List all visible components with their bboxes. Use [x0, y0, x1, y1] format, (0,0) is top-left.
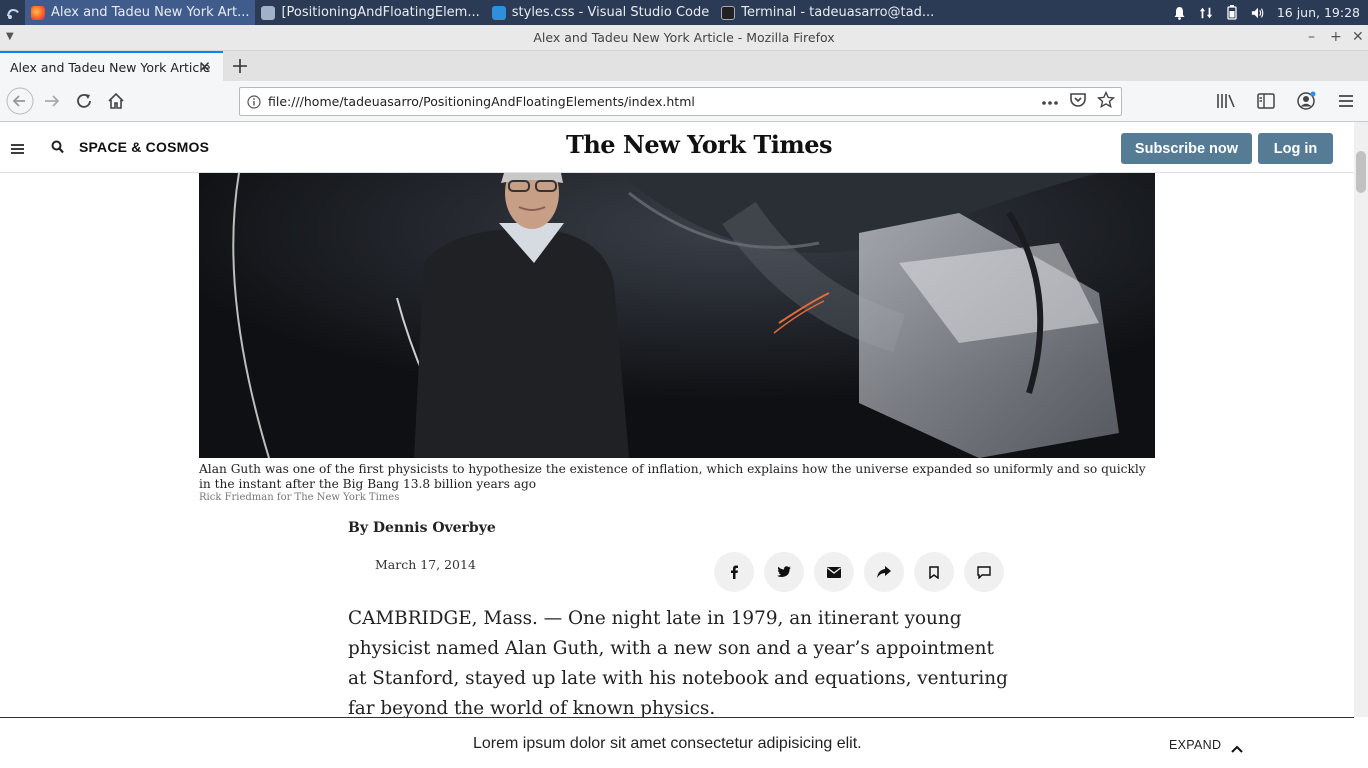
- browser-tab-label: Alex and Tadeu New York Article: [10, 59, 211, 75]
- window-menu-icon[interactable]: ▼: [6, 31, 14, 42]
- share-link-button[interactable]: [864, 552, 904, 592]
- login-button[interactable]: Log in: [1258, 133, 1333, 164]
- url-bar[interactable]: file:///home/tadeuasarro/PositioningAndF…: [239, 87, 1122, 116]
- library-button[interactable]: [1210, 85, 1242, 117]
- reload-button[interactable]: [68, 85, 100, 117]
- photo-credit: Rick Friedman for The New York Times: [199, 492, 400, 503]
- save-article-button[interactable]: [914, 552, 954, 592]
- terminal-icon: [721, 5, 736, 20]
- share-facebook-button[interactable]: [714, 552, 754, 592]
- site-menu-icon[interactable]: [11, 140, 24, 159]
- expand-button[interactable]: EXPAND: [1169, 738, 1221, 752]
- taskbar-task-label: styles.css - Visual Studio Code: [511, 5, 710, 20]
- back-button[interactable]: [4, 85, 36, 117]
- pocket-icon[interactable]: [1069, 91, 1087, 112]
- publish-date: March 17, 2014: [375, 557, 476, 572]
- hamburger-menu-button[interactable]: [1330, 85, 1362, 117]
- article-body-paragraph: CAMBRIDGE, Mass. — One night late in 197…: [348, 608, 1008, 719]
- browser-tab-strip: Alex and Tadeu New York Article ✕: [0, 51, 1368, 81]
- home-button[interactable]: [100, 85, 132, 117]
- site-logo[interactable]: The New York Times: [566, 130, 833, 159]
- page-info-icon[interactable]: [240, 94, 268, 109]
- share-twitter-button[interactable]: [764, 552, 804, 592]
- byline[interactable]: By Dennis Overbye: [348, 520, 496, 536]
- taskbar-task-label: [PositioningAndFloatingElem...: [281, 5, 480, 20]
- taskbar-task-terminal[interactable]: Terminal - tadeuasarro@tad...: [715, 0, 940, 25]
- bookmark-icon: [929, 565, 939, 579]
- folder-icon: [261, 5, 276, 20]
- app-menu-icon: [6, 8, 19, 19]
- close-window-icon[interactable]: ✕: [1352, 29, 1364, 45]
- back-arrow-icon: [6, 87, 34, 115]
- twitter-icon: [777, 566, 791, 577]
- vscode-icon: [491, 5, 506, 20]
- reload-icon: [77, 93, 91, 108]
- battery-icon[interactable]: [1225, 5, 1239, 20]
- close-tab-icon[interactable]: ✕: [198, 58, 211, 76]
- plus-icon: [233, 59, 247, 73]
- subscribe-button[interactable]: Subscribe now: [1121, 133, 1252, 164]
- notification-bell-icon[interactable]: [1173, 6, 1187, 20]
- new-tab-button[interactable]: [223, 51, 257, 81]
- browser-navbar: file:///home/tadeuasarro/PositioningAndF…: [0, 81, 1368, 122]
- menu-icon: [1339, 95, 1353, 107]
- article-photo: [199, 173, 1155, 458]
- section-name[interactable]: SPACE & COSMOS: [79, 139, 209, 155]
- url-text[interactable]: file:///home/tadeuasarro/PositioningAndF…: [268, 94, 695, 109]
- window-titlebar: ▼ Alex and Tadeu New York Article - Mozi…: [0, 25, 1368, 51]
- email-icon: [827, 566, 841, 578]
- photo-caption: Alan Guth was one of the first physicist…: [199, 462, 1146, 491]
- network-icon[interactable]: [1199, 6, 1213, 20]
- forward-arrow-icon: [45, 95, 60, 107]
- taskbar-task-label: Alex and Tadeu New York Art...: [51, 5, 250, 20]
- account-button[interactable]: [1290, 85, 1322, 117]
- clock[interactable]: 16 jun, 19:28: [1277, 5, 1360, 20]
- chevron-up-icon[interactable]: [1231, 738, 1243, 757]
- account-icon: [1297, 91, 1316, 110]
- browser-tab[interactable]: Alex and Tadeu New York Article ✕: [0, 51, 223, 81]
- app-menu-button[interactable]: [0, 0, 25, 25]
- minimize-icon[interactable]: –: [1308, 29, 1315, 45]
- scrollbar-thumb[interactable]: [1356, 151, 1366, 193]
- search-icon[interactable]: [51, 139, 64, 158]
- sidebar-button[interactable]: [1250, 85, 1282, 117]
- sidebar-icon: [1257, 93, 1275, 109]
- home-icon: [108, 92, 124, 109]
- volume-icon[interactable]: [1251, 6, 1265, 20]
- taskbar-task-label: Terminal - tadeuasarro@tad...: [741, 5, 935, 20]
- bookmark-star-icon[interactable]: [1096, 90, 1116, 112]
- site-header: SPACE & COSMOS The New York Times Subscr…: [0, 122, 1354, 173]
- share-icon: [877, 566, 891, 578]
- taskbar-task-firefox[interactable]: Alex and Tadeu New York Art...: [25, 0, 256, 25]
- taskbar-task-files[interactable]: [PositioningAndFloatingElem...: [255, 0, 485, 25]
- forward-button[interactable]: [36, 85, 68, 117]
- window-title: Alex and Tadeu New York Article - Mozill…: [533, 30, 835, 45]
- taskbar-task-vscode[interactable]: styles.css - Visual Studio Code: [486, 0, 716, 25]
- bottom-banner: Lorem ipsum dolor sit amet consectetur a…: [0, 717, 1354, 768]
- facebook-icon: [731, 565, 738, 579]
- share-email-button[interactable]: [814, 552, 854, 592]
- comments-button[interactable]: [964, 552, 1004, 592]
- page-actions-icon[interactable]: [1041, 94, 1059, 109]
- os-taskbar: Alex and Tadeu New York Art... [Position…: [0, 0, 1368, 25]
- page-scrollbar[interactable]: [1354, 122, 1368, 717]
- comment-icon: [977, 565, 991, 579]
- library-icon: [1217, 94, 1235, 108]
- maximize-icon[interactable]: +: [1330, 29, 1342, 45]
- firefox-icon: [31, 5, 45, 20]
- banner-text: Lorem ipsum dolor sit amet consectetur a…: [473, 735, 862, 752]
